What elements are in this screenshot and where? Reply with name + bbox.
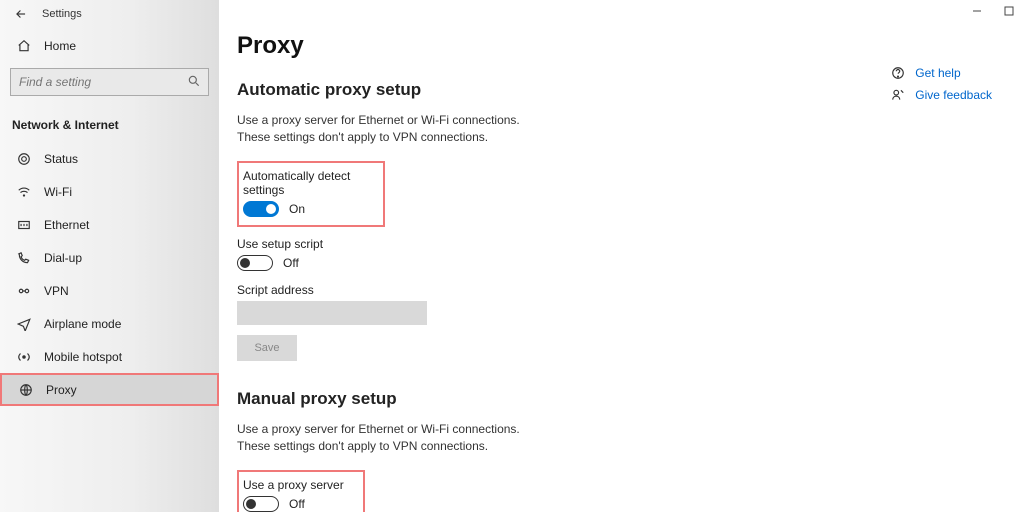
highlight-auto-detect: Automatically detect settings On bbox=[237, 161, 385, 227]
sidebar-item-wifi[interactable]: Wi-Fi bbox=[0, 175, 219, 208]
page-title: Proxy bbox=[237, 32, 1008, 60]
use-proxy-state: Off bbox=[289, 497, 305, 511]
sidebar-item-label: Proxy bbox=[46, 383, 77, 397]
sidebar-item-hotspot[interactable]: Mobile hotspot bbox=[0, 340, 219, 373]
feedback-icon bbox=[891, 88, 905, 102]
sidebar-home[interactable]: Home bbox=[0, 28, 219, 64]
sidebar: Settings Home Network & Internet Status bbox=[0, 0, 219, 512]
auto-detect-state: On bbox=[289, 202, 305, 216]
sidebar-item-label: Wi-Fi bbox=[44, 185, 72, 199]
titlebar: Settings bbox=[0, 0, 219, 28]
manual-desc: Use a proxy server for Ethernet or Wi-Fi… bbox=[237, 421, 537, 456]
sidebar-item-label: VPN bbox=[44, 284, 69, 298]
use-proxy-label: Use a proxy server bbox=[243, 478, 355, 492]
vpn-icon bbox=[16, 283, 32, 299]
sidebar-item-vpn[interactable]: VPN bbox=[0, 274, 219, 307]
sidebar-item-label: Mobile hotspot bbox=[44, 350, 122, 364]
sidebar-item-label: Airplane mode bbox=[44, 317, 121, 331]
manual-heading: Manual proxy setup bbox=[237, 389, 1008, 409]
auto-detect-toggle[interactable] bbox=[243, 201, 279, 217]
window-title: Settings bbox=[42, 8, 82, 20]
sidebar-item-ethernet[interactable]: Ethernet bbox=[0, 208, 219, 241]
globe-icon bbox=[18, 382, 34, 398]
dialup-icon bbox=[16, 250, 32, 266]
sidebar-item-label: Dial-up bbox=[44, 251, 82, 265]
highlight-use-proxy: Use a proxy server Off bbox=[237, 470, 365, 512]
highlight-proxy-item: Proxy bbox=[0, 373, 219, 406]
sidebar-item-label: Status bbox=[44, 152, 78, 166]
wifi-icon bbox=[16, 184, 32, 200]
help-icon bbox=[891, 66, 905, 80]
sidebar-item-airplane[interactable]: Airplane mode bbox=[0, 307, 219, 340]
minimize-icon[interactable] bbox=[972, 6, 982, 16]
status-icon bbox=[16, 151, 32, 167]
hotspot-icon bbox=[16, 349, 32, 365]
sidebar-item-status[interactable]: Status bbox=[0, 142, 219, 175]
auto-detect-label: Automatically detect settings bbox=[243, 169, 375, 197]
use-proxy-toggle[interactable] bbox=[243, 496, 279, 512]
back-icon[interactable] bbox=[14, 7, 28, 21]
airplane-icon bbox=[16, 316, 32, 332]
home-icon bbox=[16, 38, 32, 54]
search-icon bbox=[187, 74, 201, 88]
sidebar-item-dialup[interactable]: Dial-up bbox=[0, 241, 219, 274]
search-input[interactable] bbox=[10, 68, 209, 96]
ethernet-icon bbox=[16, 217, 32, 233]
help-column: Get help Give feedback bbox=[891, 66, 992, 110]
script-address-input bbox=[237, 301, 427, 325]
content: Get help Give feedback Proxy Automatic p… bbox=[219, 0, 1024, 512]
auto-desc: Use a proxy server for Ethernet or Wi-Fi… bbox=[237, 112, 537, 147]
window-controls bbox=[972, 6, 1014, 16]
setup-script-toggle[interactable] bbox=[237, 255, 273, 271]
sidebar-item-proxy[interactable]: Proxy bbox=[2, 375, 217, 404]
setup-script-state: Off bbox=[283, 256, 299, 270]
script-address-label: Script address bbox=[237, 283, 1008, 297]
sidebar-group-label: Network & Internet bbox=[0, 108, 219, 142]
sidebar-item-label: Ethernet bbox=[44, 218, 89, 232]
save-button: Save bbox=[237, 335, 297, 361]
setup-script-label: Use setup script bbox=[237, 237, 1008, 251]
home-label: Home bbox=[44, 39, 76, 53]
get-help-link[interactable]: Get help bbox=[915, 66, 960, 80]
give-feedback-link[interactable]: Give feedback bbox=[915, 88, 992, 102]
maximize-icon[interactable] bbox=[1004, 6, 1014, 16]
